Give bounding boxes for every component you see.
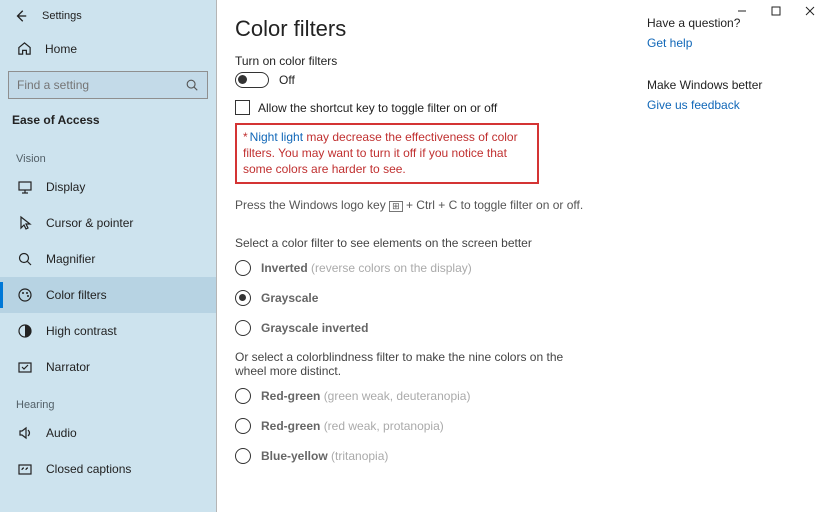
contrast-icon — [17, 323, 33, 339]
category-title: Ease of Access — [0, 99, 216, 139]
content: Color filters Turn on color filters Off … — [217, 0, 647, 512]
group1-label: Select a color filter to see elements on… — [235, 236, 595, 250]
color-filters-toggle[interactable] — [235, 72, 269, 88]
radio-option[interactable]: Grayscale inverted — [235, 320, 623, 336]
night-light-note: *Night light may decrease the effectiven… — [235, 123, 539, 184]
radio-option[interactable]: Red-green (green weak, deuteranopia) — [235, 388, 623, 404]
close-button[interactable] — [793, 0, 827, 22]
app-window: Settings Home Ease of Access VisionDispl… — [0, 0, 827, 512]
windows-key-icon: ⊞ — [389, 201, 403, 212]
shortcut-check-row: Allow the shortcut key to toggle filter … — [235, 100, 623, 115]
radio-option[interactable]: Red-green (red weak, protanopia) — [235, 418, 623, 434]
radio-button[interactable] — [235, 320, 251, 336]
sidebar-item-label: Closed captions — [46, 462, 131, 476]
radio-label: Blue-yellow (tritanopia) — [261, 449, 388, 463]
key-hint: Press the Windows logo key ⊞ + Ctrl + C … — [235, 198, 623, 212]
sidebar-item-audio[interactable]: Audio — [0, 415, 216, 451]
sidebar-item-label: Display — [46, 180, 85, 194]
search-box[interactable] — [8, 71, 208, 99]
sidebar-header: Settings — [0, 0, 216, 32]
feedback-title: Make Windows better — [647, 78, 809, 92]
main: Color filters Turn on color filters Off … — [216, 0, 827, 512]
cursor-icon — [17, 215, 33, 231]
page-title: Color filters — [235, 16, 623, 42]
section-label: Hearing — [0, 385, 216, 415]
palette-icon — [17, 287, 33, 303]
radio-button[interactable] — [235, 448, 251, 464]
sidebar-item-display[interactable]: Display — [0, 169, 216, 205]
radio-group-1: Inverted (reverse colors on the display)… — [235, 260, 623, 336]
shortcut-label: Allow the shortcut key to toggle filter … — [258, 101, 497, 115]
sidebar-item-color-filters[interactable]: Color filters — [0, 277, 216, 313]
radio-option[interactable]: Blue-yellow (tritanopia) — [235, 448, 623, 464]
sidebar-item-cursor-pointer[interactable]: Cursor & pointer — [0, 205, 216, 241]
window-controls — [725, 0, 827, 22]
radio-label: Grayscale — [261, 291, 318, 305]
radio-button[interactable] — [235, 290, 251, 306]
nav-sections: Vision Display Cursor & pointer Magnifier Co… — [0, 139, 216, 487]
toggle-state: Off — [279, 73, 295, 87]
radio-label: Inverted (reverse colors on the display) — [261, 261, 472, 275]
home-label: Home — [45, 42, 77, 56]
minimize-button[interactable] — [725, 0, 759, 22]
speaker-icon — [17, 425, 33, 441]
key-hint-pre: Press the Windows logo key — [235, 198, 389, 212]
search-icon — [185, 78, 199, 92]
sidebar-item-label: Narrator — [46, 360, 90, 374]
radio-option[interactable]: Inverted (reverse colors on the display) — [235, 260, 623, 276]
nav-list: Display Cursor & pointer Magnifier Color fi… — [0, 169, 216, 385]
radio-button[interactable] — [235, 260, 251, 276]
radio-option[interactable]: Grayscale — [235, 290, 623, 306]
sidebar-item-narrator[interactable]: Narrator — [0, 349, 216, 385]
sidebar-item-label: Audio — [46, 426, 77, 440]
maximize-button[interactable] — [759, 0, 793, 22]
captions-icon — [17, 461, 33, 477]
radio-button[interactable] — [235, 388, 251, 404]
get-help-link[interactable]: Get help — [647, 36, 692, 50]
sidebar-item-label: Magnifier — [46, 252, 95, 266]
sidebar-item-label: Color filters — [46, 288, 107, 302]
sidebar-item-high-contrast[interactable]: High contrast — [0, 313, 216, 349]
search-input[interactable] — [17, 78, 185, 92]
right-rail: Have a question? Get help Make Windows b… — [647, 0, 827, 512]
home-nav[interactable]: Home — [0, 32, 216, 65]
back-arrow-icon — [14, 9, 28, 23]
key-hint-post: + Ctrl + C to toggle filter on or off. — [403, 198, 584, 212]
radio-label: Red-green (green weak, deuteranopia) — [261, 389, 470, 403]
group2-label: Or select a colorblindness filter to mak… — [235, 350, 595, 378]
radio-label: Red-green (red weak, protanopia) — [261, 419, 444, 433]
shortcut-checkbox[interactable] — [235, 100, 250, 115]
radio-label: Grayscale inverted — [261, 321, 368, 335]
toggle-label: Turn on color filters — [235, 54, 623, 68]
home-icon — [17, 41, 32, 56]
narrator-icon — [17, 359, 33, 375]
radio-group-2: Red-green (green weak, deuteranopia) Red-… — [235, 388, 623, 464]
toggle-row: Off — [235, 72, 623, 88]
monitor-icon — [17, 179, 33, 195]
magnify-icon — [17, 251, 33, 267]
give-feedback-link[interactable]: Give us feedback — [647, 98, 740, 112]
night-light-link[interactable]: Night light — [250, 130, 303, 144]
app-title: Settings — [42, 10, 82, 22]
nav-list: Audio Closed captions — [0, 415, 216, 487]
sidebar-item-label: Cursor & pointer — [46, 216, 133, 230]
sidebar-item-label: High contrast — [46, 324, 117, 338]
sidebar-item-magnifier[interactable]: Magnifier — [0, 241, 216, 277]
section-label: Vision — [0, 139, 216, 169]
sidebar: Settings Home Ease of Access VisionDispl… — [0, 0, 216, 512]
radio-button[interactable] — [235, 418, 251, 434]
sidebar-item-closed-captions[interactable]: Closed captions — [0, 451, 216, 487]
back-button[interactable] — [12, 7, 30, 25]
note-asterisk: * — [243, 130, 248, 144]
